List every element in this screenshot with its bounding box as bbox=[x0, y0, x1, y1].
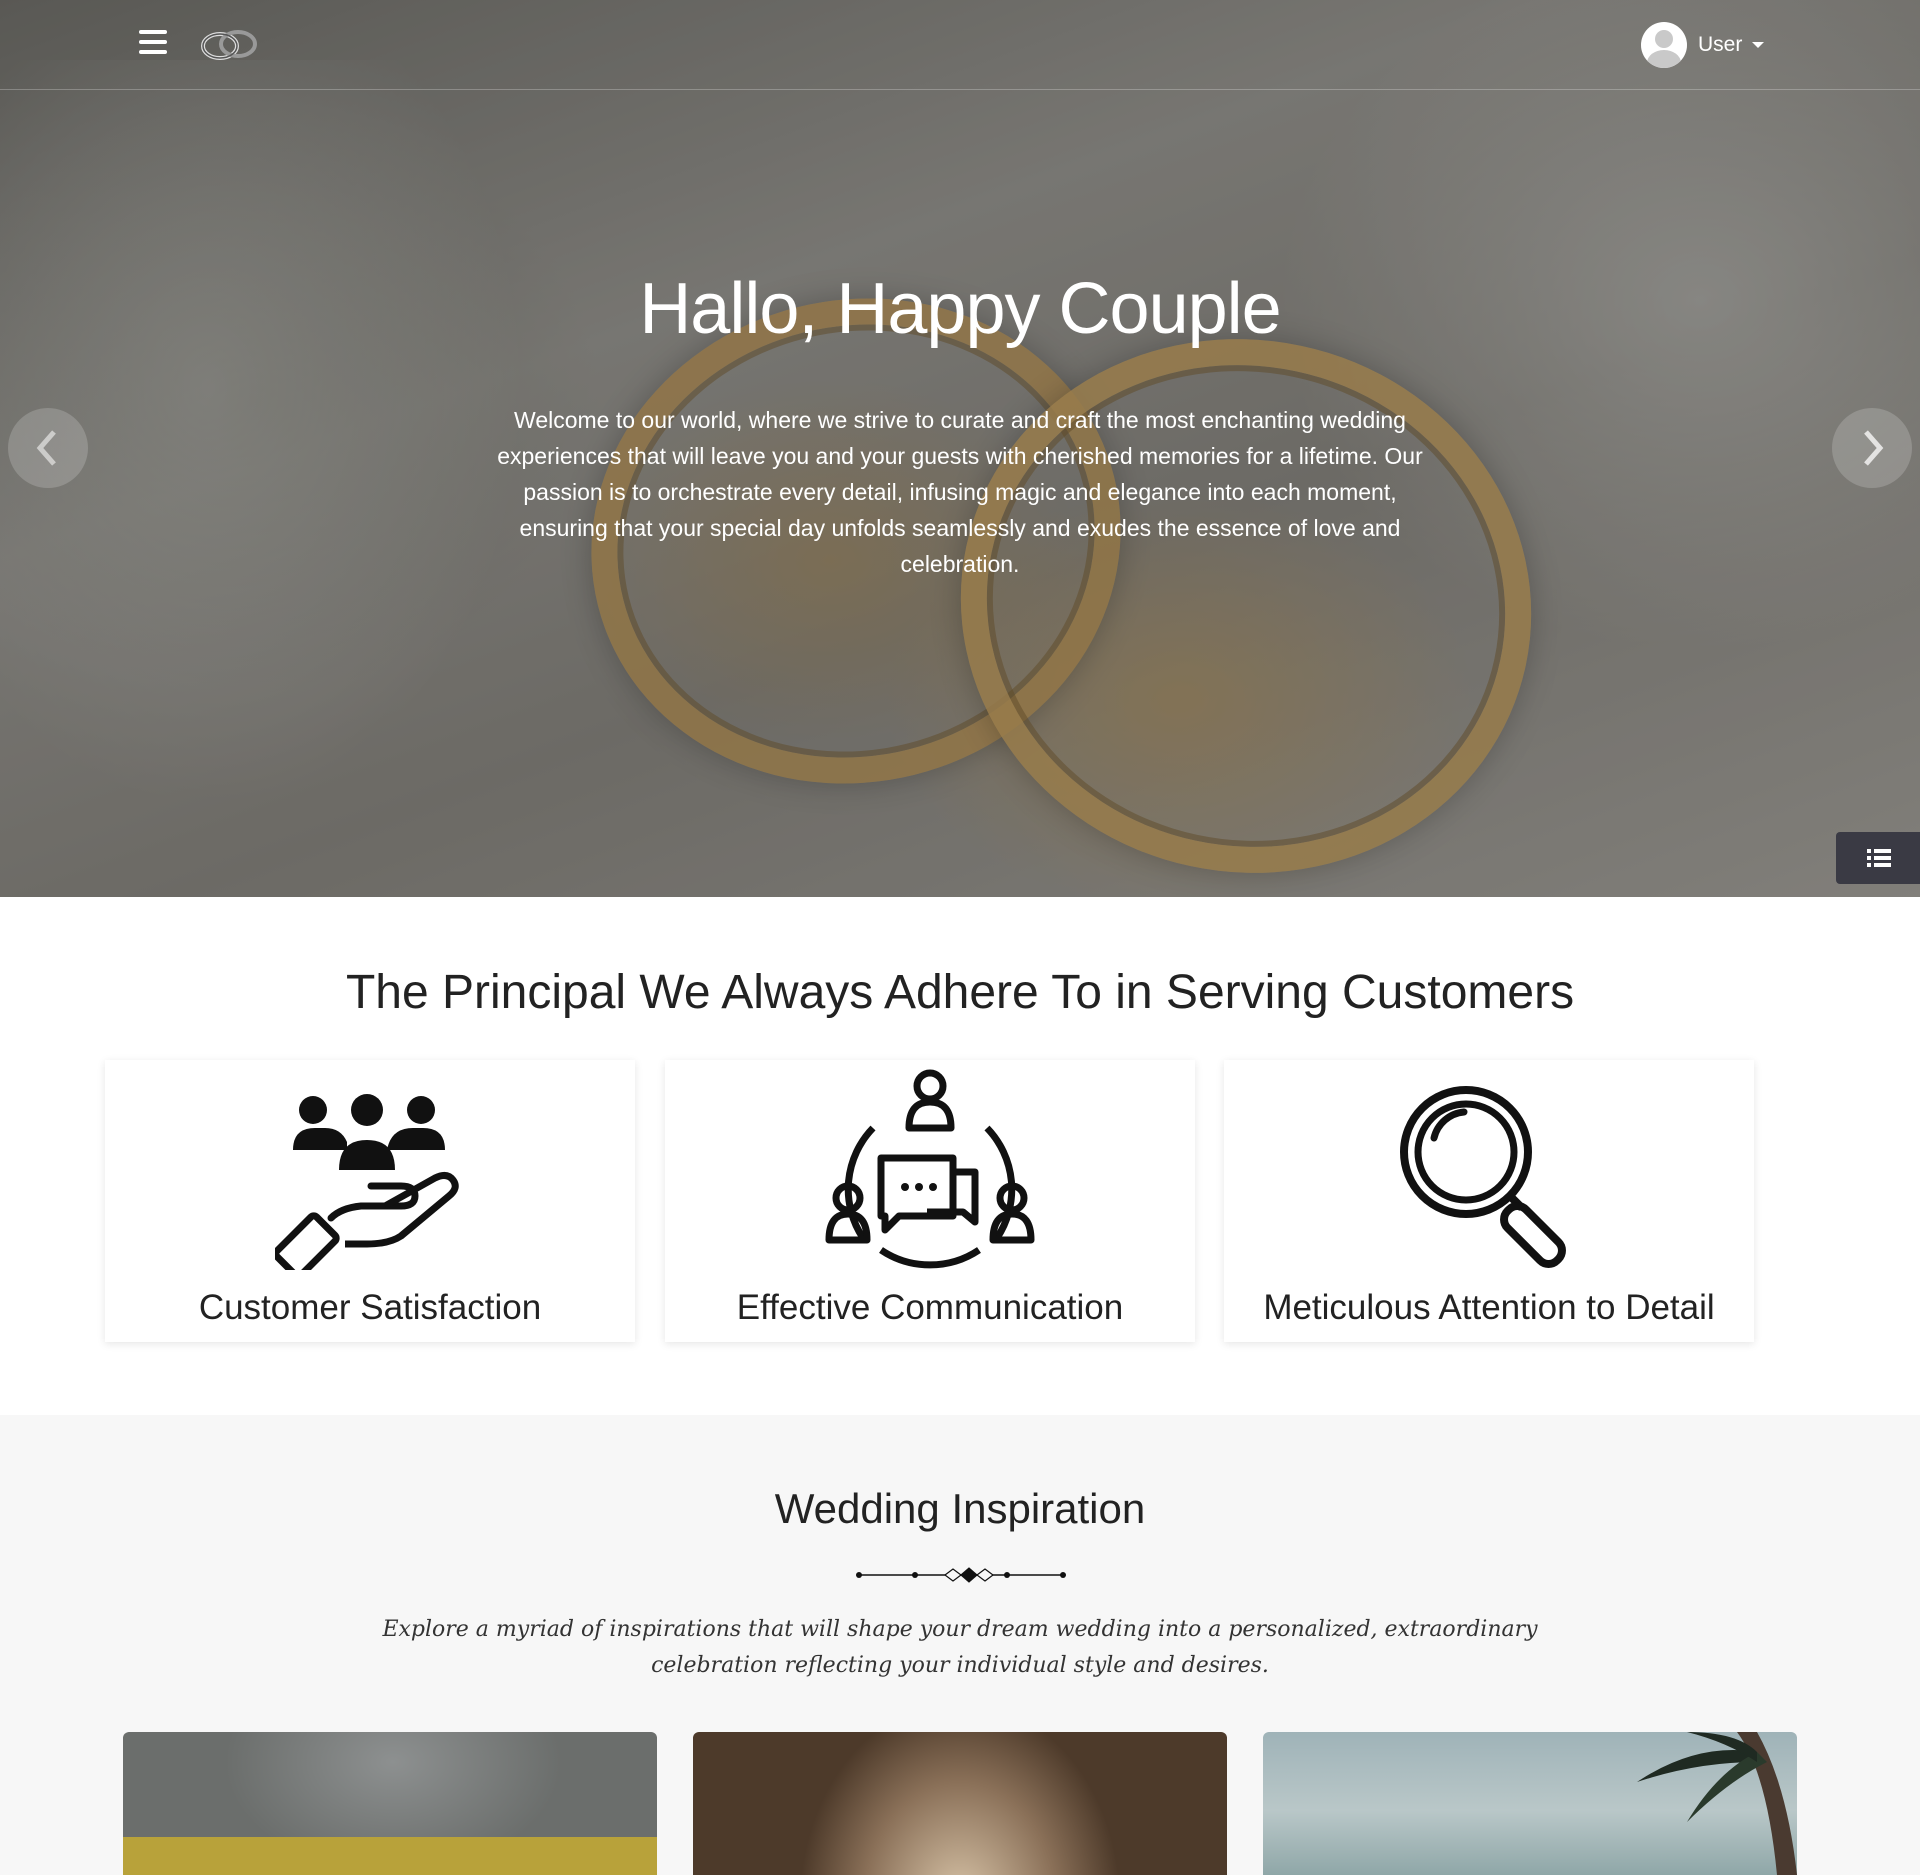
principles-heading: The Principal We Always Adhere To in Ser… bbox=[345, 966, 1575, 1019]
hand-people-icon bbox=[275, 1094, 459, 1270]
magnifier-icon bbox=[1400, 1086, 1566, 1268]
hero-title: Hallo, Happy Couple bbox=[639, 269, 1281, 349]
user-label: User bbox=[1698, 33, 1743, 56]
ornament-divider-icon bbox=[856, 1567, 1066, 1583]
card-label: Customer Satisfaction bbox=[198, 1288, 542, 1327]
hero-carousel: User Hallo, Happy Couple Welcome to our … bbox=[0, 0, 1920, 897]
inspiration-heading: Wedding Inspiration bbox=[774, 1485, 1146, 1532]
list-icon bbox=[1867, 849, 1891, 867]
principle-card-customer-satisfaction: Customer Satisfaction bbox=[105, 1060, 635, 1342]
principle-card-attention-to-detail: Meticulous Attention to Detail bbox=[1224, 1060, 1754, 1342]
caret-down-icon bbox=[1752, 42, 1765, 48]
card-label: Effective Communication bbox=[736, 1288, 1124, 1327]
hamburger-icon[interactable] bbox=[139, 30, 167, 54]
list-toggle-button[interactable] bbox=[1836, 832, 1920, 884]
wedding-inspiration-section: Wedding Inspiration Explore a myriad of … bbox=[0, 1415, 1920, 1875]
top-navbar: User bbox=[0, 0, 1920, 90]
avatar bbox=[1641, 22, 1687, 68]
inspiration-card-gazebo[interactable] bbox=[123, 1732, 657, 1875]
communication-icon bbox=[825, 1069, 1035, 1269]
principle-card-effective-communication: Effective Communication bbox=[665, 1060, 1195, 1342]
palm-tree-image bbox=[1637, 1732, 1797, 1875]
chevron-left-icon bbox=[36, 430, 56, 466]
carousel-next-button[interactable] bbox=[1832, 408, 1912, 488]
wedding-rings-logo[interactable] bbox=[196, 22, 262, 66]
user-menu[interactable]: User bbox=[1641, 22, 1765, 68]
chevron-right-icon bbox=[1864, 430, 1884, 466]
hero-text: Welcome to our world, where we strive to… bbox=[497, 407, 1423, 577]
inspiration-card-archway[interactable] bbox=[693, 1732, 1227, 1875]
carousel-prev-button[interactable] bbox=[8, 408, 88, 488]
card-label: Meticulous Attention to Detail bbox=[1263, 1288, 1715, 1327]
inspiration-description: Explore a myriad of inspirations that wi… bbox=[382, 1617, 1538, 1678]
inspiration-card-beach[interactable] bbox=[1263, 1732, 1797, 1875]
